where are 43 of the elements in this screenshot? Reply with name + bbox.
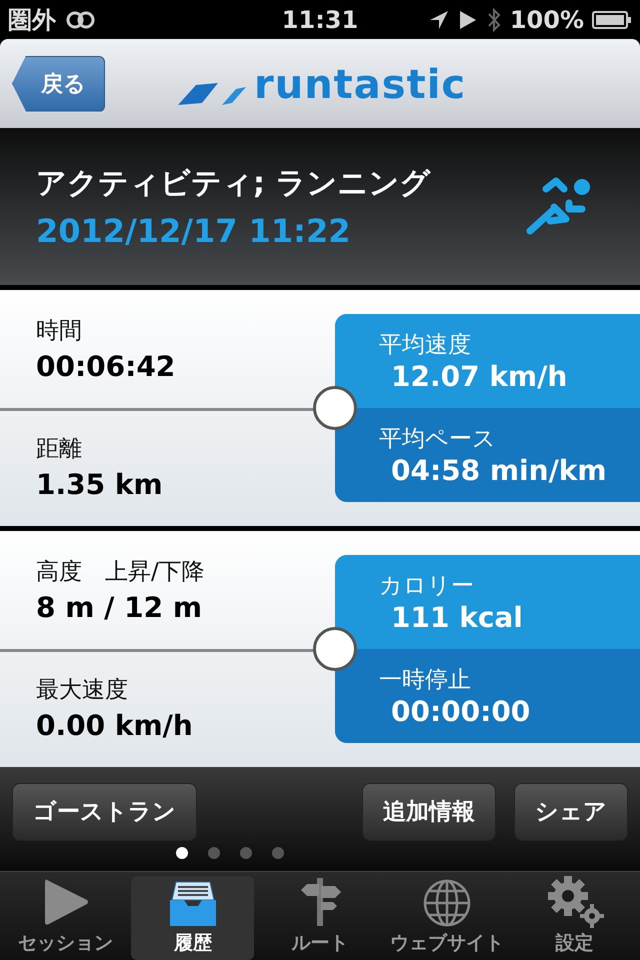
- action-button[interactable]: 追加情報: [362, 782, 496, 841]
- stat-label: 距離: [36, 434, 83, 464]
- stat-value: 04:58 min/km: [390, 454, 608, 487]
- page-dot[interactable]: [176, 846, 188, 859]
- activity-date: 2012/12/17 11:22: [36, 212, 352, 250]
- tab-item[interactable]: ルート: [258, 876, 382, 960]
- clock-text: 11:31: [282, 6, 358, 34]
- stat-label: 一時停止: [379, 666, 472, 695]
- stat-label: 時間: [36, 316, 83, 346]
- location-icon: [428, 8, 450, 31]
- stat-value: 8 m / 12 m: [36, 590, 204, 624]
- carrier-text: 圏外: [8, 4, 56, 36]
- stat-value: 111 kcal: [390, 600, 524, 634]
- tab-item[interactable]: セッション: [4, 876, 128, 960]
- slider-knob[interactable]: [313, 386, 357, 430]
- page-dot[interactable]: [272, 846, 284, 859]
- page-dot[interactable]: [208, 846, 220, 859]
- action-button[interactable]: シェア: [514, 782, 628, 841]
- play-icon: [458, 8, 478, 31]
- swoosh-icon: [176, 81, 248, 106]
- tab-item[interactable]: 設定: [512, 876, 636, 960]
- logo-text: runtastic: [254, 65, 466, 106]
- stat-label: 高度 上昇/下降: [36, 558, 206, 587]
- stat-value: 00:06:42: [36, 350, 176, 383]
- stat-value: 12.07 km/h: [390, 360, 568, 393]
- action-button[interactable]: ゴーストラン: [12, 782, 197, 841]
- globe-icon: [422, 878, 472, 928]
- stat-label: 平均ペース: [379, 424, 497, 454]
- back-button[interactable]: 戻る: [12, 56, 105, 112]
- battery-text: 100%: [510, 6, 584, 34]
- stat-value: 1.35 km: [36, 468, 164, 501]
- stat-label: 平均速度: [379, 330, 472, 360]
- slider-knob[interactable]: [313, 626, 357, 671]
- page-dot[interactable]: [240, 846, 252, 859]
- stat-value: 00:00:00: [390, 694, 532, 728]
- activity-title: アクティビティ; ランニング: [36, 164, 430, 203]
- battery-icon: [592, 10, 632, 30]
- tab-item[interactable]: ウェブサイト: [386, 876, 509, 960]
- stat-label: カロリー: [379, 572, 475, 601]
- tab-item[interactable]: 履歴: [131, 876, 254, 960]
- stat-label: 最大速度: [36, 676, 129, 705]
- bluetooth-icon: [486, 6, 502, 34]
- stat-value: 0.00 km/h: [36, 708, 194, 742]
